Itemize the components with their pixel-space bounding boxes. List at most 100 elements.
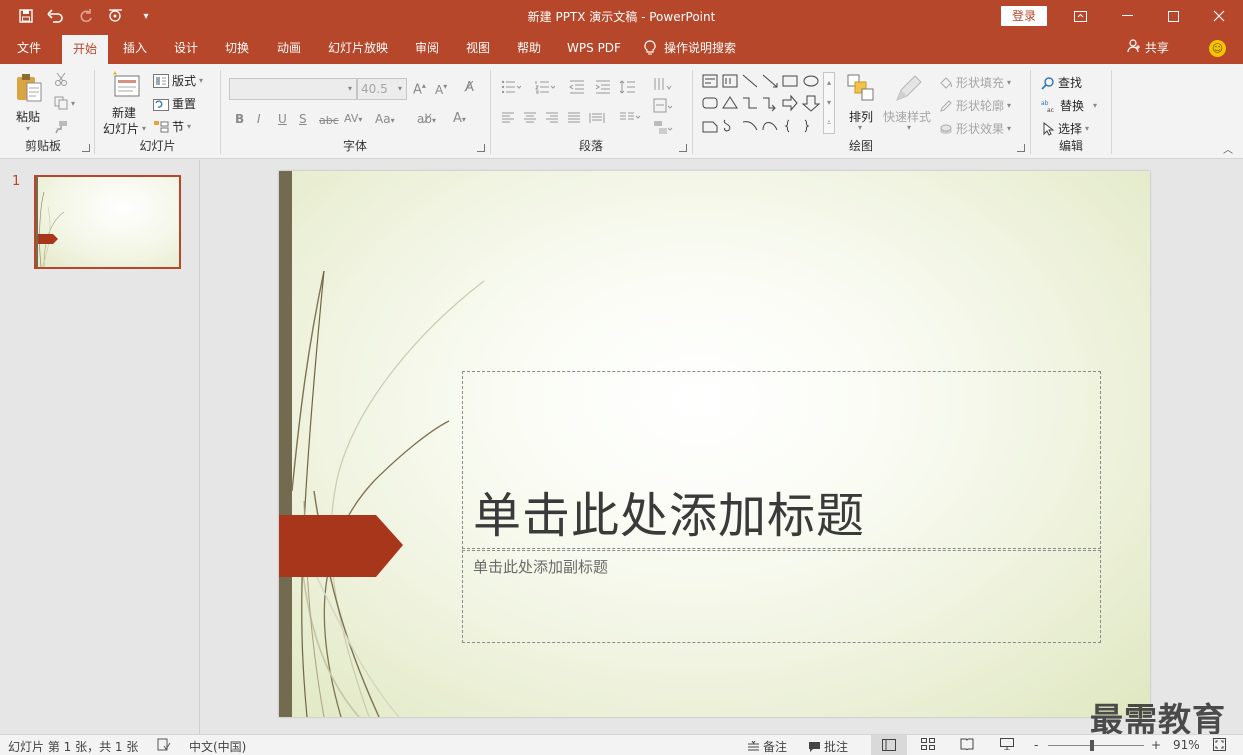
- tab-animations[interactable]: 动画: [268, 32, 310, 64]
- shape-outline-button[interactable]: 形状轮廓 ▾: [939, 97, 1011, 114]
- font-name-combo[interactable]: ▾: [229, 78, 357, 100]
- maximize-icon[interactable]: [1150, 0, 1196, 32]
- slide-sorter-view-icon[interactable]: [921, 738, 935, 750]
- zoom-slider-track[interactable]: [1048, 745, 1144, 746]
- distributed-icon[interactable]: [589, 112, 605, 128]
- align-right-icon[interactable]: [545, 112, 559, 128]
- language-status[interactable]: 中文(中国): [189, 738, 246, 755]
- copy-icon[interactable]: ▾: [54, 96, 75, 110]
- zoom-slider-thumb[interactable]: [1090, 740, 1094, 751]
- arrange-dropdown-icon[interactable]: ▾: [858, 123, 862, 132]
- decrease-font-size-icon[interactable]: A▾: [435, 82, 447, 97]
- collapse-ribbon-icon[interactable]: ︿: [1223, 141, 1233, 156]
- zoom-in-button[interactable]: +: [1151, 738, 1161, 752]
- underline-button[interactable]: U: [278, 112, 287, 126]
- gallery-down-icon[interactable]: ▾: [824, 93, 834, 113]
- align-center-icon[interactable]: [523, 112, 537, 128]
- clear-formatting-icon[interactable]: A̸: [465, 80, 474, 95]
- character-spacing-button[interactable]: AV▾: [344, 112, 362, 125]
- section-button[interactable]: 节 ▾: [153, 118, 191, 135]
- clipboard-launcher-icon[interactable]: [82, 144, 90, 152]
- new-slide-button[interactable]: 新建: [112, 104, 136, 121]
- font-size-combo[interactable]: 40.5 ▾: [357, 78, 407, 100]
- align-left-icon[interactable]: [501, 112, 515, 128]
- shapes-gallery-scrollbar[interactable]: ▴ ▾ ⩡: [823, 72, 835, 134]
- cut-icon[interactable]: [54, 72, 68, 86]
- tab-help[interactable]: 帮助: [508, 32, 550, 64]
- tab-home[interactable]: 开始: [62, 35, 108, 64]
- close-icon[interactable]: [1196, 0, 1242, 32]
- title-placeholder[interactable]: 单击此处添加标题: [462, 371, 1101, 549]
- select-button[interactable]: 选择 ▾: [1041, 120, 1089, 137]
- bold-button[interactable]: B: [235, 112, 244, 126]
- tell-me-search[interactable]: 操作说明搜索: [644, 32, 756, 64]
- highlight-icon[interactable]: ab̸▾: [417, 112, 436, 126]
- tab-slideshow[interactable]: 幻灯片放映: [322, 32, 394, 64]
- share-button[interactable]: 共享: [1127, 32, 1169, 64]
- justify-icon[interactable]: [567, 112, 581, 128]
- numbering-icon[interactable]: [535, 80, 556, 98]
- align-text-icon[interactable]: [653, 98, 673, 118]
- decrease-indent-icon[interactable]: [569, 80, 585, 98]
- line-spacing-icon[interactable]: [619, 80, 639, 98]
- feedback-smiley-icon[interactable]: ☺: [1209, 40, 1226, 57]
- ribbon-display-options-icon[interactable]: [1057, 0, 1103, 32]
- paste-icon[interactable]: [14, 72, 44, 107]
- spell-check-icon[interactable]: [157, 738, 171, 751]
- format-painter-icon[interactable]: [54, 120, 68, 134]
- gallery-up-icon[interactable]: ▴: [824, 73, 834, 93]
- change-case-button[interactable]: Aa▾: [375, 112, 395, 126]
- new-slide-icon[interactable]: [109, 70, 141, 103]
- shape-effects-button[interactable]: 形状效果 ▾: [939, 120, 1011, 137]
- layout-button[interactable]: 版式 ▾: [153, 72, 203, 89]
- tab-wps-pdf[interactable]: WPS PDF: [560, 32, 628, 64]
- replace-button[interactable]: ab ac 替换 ▾: [1041, 97, 1097, 114]
- title-placeholder-text[interactable]: 单击此处添加标题: [473, 476, 865, 546]
- drawing-launcher-icon[interactable]: [1017, 144, 1025, 152]
- normal-view-button[interactable]: [871, 735, 907, 755]
- strikethrough-button[interactable]: abc: [319, 114, 339, 127]
- reading-view-icon[interactable]: [960, 738, 974, 750]
- paste-button[interactable]: 粘贴: [16, 108, 40, 125]
- minimize-icon[interactable]: [1104, 0, 1150, 32]
- tab-design[interactable]: 设计: [165, 32, 207, 64]
- italic-button[interactable]: I: [257, 112, 261, 126]
- slideshow-view-icon[interactable]: [1000, 738, 1014, 750]
- tab-transitions[interactable]: 切换: [216, 32, 258, 64]
- gallery-more-icon[interactable]: ⩡: [824, 113, 834, 133]
- new-slide-dropdown[interactable]: 幻灯片 ▾: [103, 120, 146, 137]
- font-size-dropdown-icon[interactable]: ▾: [398, 84, 402, 93]
- font-color-icon[interactable]: A▾: [453, 111, 466, 126]
- subtitle-placeholder[interactable]: 单击此处添加副标题: [462, 550, 1101, 643]
- bullets-icon[interactable]: [501, 80, 522, 98]
- tab-view[interactable]: 视图: [457, 32, 499, 64]
- comments-button[interactable]: 批注: [808, 738, 848, 755]
- reset-button[interactable]: 重置: [153, 95, 196, 112]
- font-name-dropdown-icon[interactable]: ▾: [348, 84, 352, 93]
- tab-file[interactable]: 文件: [8, 32, 50, 64]
- fit-to-window-icon[interactable]: [1213, 738, 1226, 751]
- notes-button[interactable]: 备注: [747, 738, 787, 755]
- shapes-gallery[interactable]: [701, 72, 843, 136]
- find-button[interactable]: 查找: [1041, 74, 1082, 91]
- quick-styles-icon[interactable]: [893, 72, 925, 107]
- font-launcher-icon[interactable]: [477, 144, 485, 152]
- login-button[interactable]: 登录: [1001, 6, 1047, 26]
- shape-fill-button[interactable]: 形状填充 ▾: [939, 74, 1011, 91]
- columns-icon[interactable]: [619, 112, 641, 128]
- slide-thumbnail[interactable]: [34, 175, 181, 269]
- paragraph-launcher-icon[interactable]: [679, 144, 687, 152]
- increase-font-size-icon[interactable]: A▴: [413, 81, 426, 97]
- zoom-level[interactable]: 91%: [1173, 738, 1200, 752]
- increase-indent-icon[interactable]: [595, 80, 611, 98]
- paste-dropdown-icon[interactable]: ▾: [26, 124, 30, 133]
- arrange-icon[interactable]: [847, 74, 875, 105]
- subtitle-placeholder-text[interactable]: 单击此处添加副标题: [473, 556, 608, 577]
- tab-review[interactable]: 审阅: [406, 32, 448, 64]
- text-direction-icon[interactable]: [653, 76, 673, 96]
- quick-styles-dropdown-icon[interactable]: ▾: [907, 123, 911, 132]
- zoom-out-button[interactable]: -: [1034, 738, 1038, 752]
- slide-canvas[interactable]: 单击此处添加标题 单击此处添加副标题: [279, 171, 1150, 717]
- tab-insert[interactable]: 插入: [114, 32, 156, 64]
- text-shadow-button[interactable]: S: [299, 112, 307, 126]
